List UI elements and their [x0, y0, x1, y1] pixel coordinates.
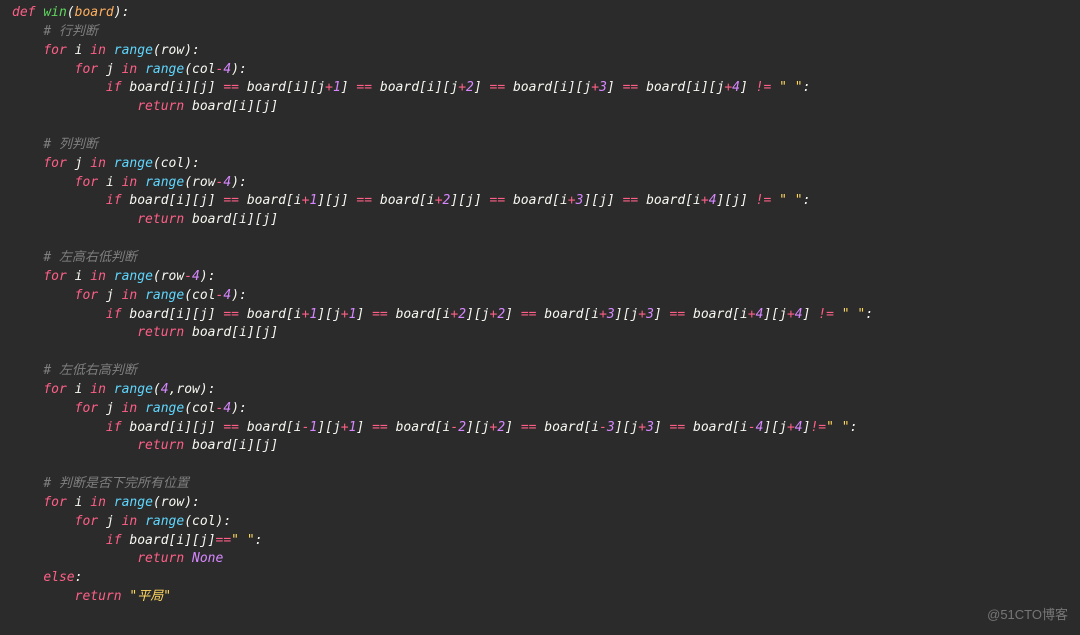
code-block: def win(board): # 行判断 for i in range(row… — [0, 0, 1080, 607]
param-board: board — [75, 5, 114, 20]
comment-full: # 判断是否下完所有位置 — [43, 476, 189, 491]
function-name: win — [43, 5, 66, 20]
comment-diag1: # 左高右低判断 — [43, 250, 137, 265]
comment-rows: # 行判断 — [43, 24, 98, 39]
kw-def: def — [12, 5, 35, 20]
watermark: @51CTO博客 — [987, 606, 1068, 625]
comment-cols: # 列判断 — [43, 137, 98, 152]
string-tie: "平局" — [129, 589, 171, 604]
comment-diag2: # 左低右高判断 — [43, 363, 137, 378]
